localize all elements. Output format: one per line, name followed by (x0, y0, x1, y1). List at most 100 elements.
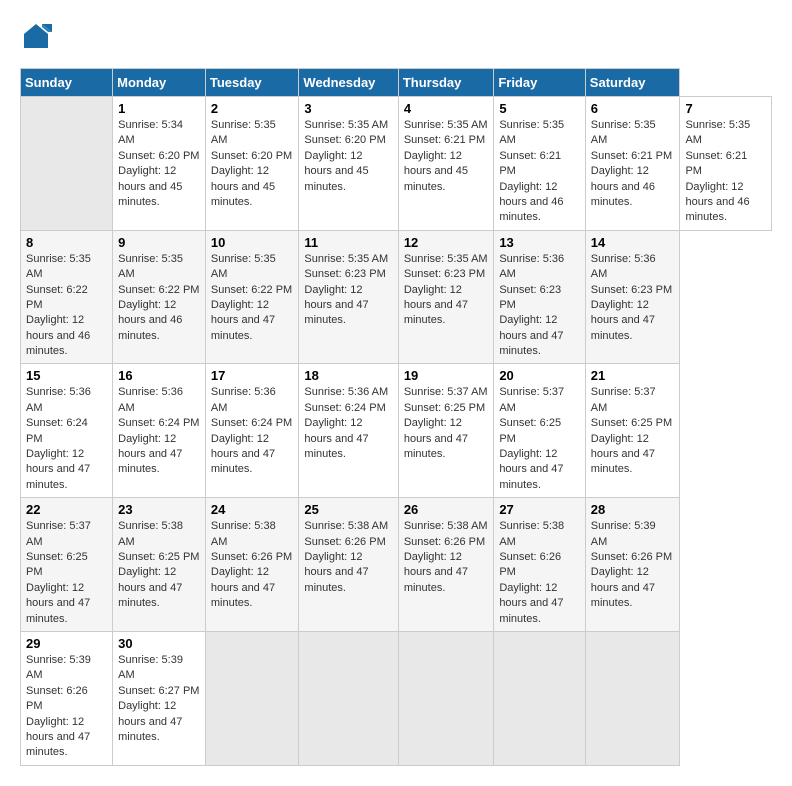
calendar-cell: 21 Sunrise: 5:37 AMSunset: 6:25 PMDaylig… (585, 364, 680, 498)
calendar-cell: 11 Sunrise: 5:35 AMSunset: 6:23 PMDaylig… (299, 230, 398, 364)
calendar-cell: 27 Sunrise: 5:38 AMSunset: 6:26 PMDaylig… (494, 498, 585, 632)
calendar-cell: 24 Sunrise: 5:38 AMSunset: 6:26 PMDaylig… (205, 498, 299, 632)
day-info: Sunrise: 5:37 AMSunset: 6:25 PMDaylight:… (26, 520, 91, 624)
day-number: 11 (304, 235, 392, 250)
calendar-cell (585, 631, 680, 765)
calendar-cell (205, 631, 299, 765)
calendar-cell: 7 Sunrise: 5:35 AMSunset: 6:21 PMDayligh… (680, 97, 772, 231)
col-header-friday: Friday (494, 69, 585, 97)
day-info: Sunrise: 5:36 AMSunset: 6:24 PMDaylight:… (211, 386, 292, 475)
calendar-cell (299, 631, 398, 765)
page-header (20, 20, 772, 52)
day-number: 13 (499, 235, 579, 250)
calendar-cell: 18 Sunrise: 5:36 AMSunset: 6:24 PMDaylig… (299, 364, 398, 498)
day-number: 15 (26, 368, 107, 383)
calendar-cell: 10 Sunrise: 5:35 AMSunset: 6:22 PMDaylig… (205, 230, 299, 364)
day-number: 25 (304, 502, 392, 517)
calendar-cell: 30 Sunrise: 5:39 AMSunset: 6:27 PMDaylig… (113, 631, 206, 765)
calendar-header-row: SundayMondayTuesdayWednesdayThursdayFrid… (21, 69, 772, 97)
day-number: 2 (211, 101, 294, 116)
day-number: 27 (499, 502, 579, 517)
calendar-week-row: 15 Sunrise: 5:36 AMSunset: 6:24 PMDaylig… (21, 364, 772, 498)
calendar-cell: 22 Sunrise: 5:37 AMSunset: 6:25 PMDaylig… (21, 498, 113, 632)
day-info: Sunrise: 5:39 AMSunset: 6:27 PMDaylight:… (118, 654, 199, 743)
col-header-monday: Monday (113, 69, 206, 97)
day-number: 21 (591, 368, 675, 383)
col-header-tuesday: Tuesday (205, 69, 299, 97)
day-number: 23 (118, 502, 200, 517)
calendar-cell: 6 Sunrise: 5:35 AMSunset: 6:21 PMDayligh… (585, 97, 680, 231)
day-info: Sunrise: 5:36 AMSunset: 6:24 PMDaylight:… (118, 386, 199, 475)
day-info: Sunrise: 5:35 AMSunset: 6:22 PMDaylight:… (26, 253, 91, 357)
day-info: Sunrise: 5:35 AMSunset: 6:23 PMDaylight:… (304, 253, 388, 327)
day-info: Sunrise: 5:36 AMSunset: 6:24 PMDaylight:… (26, 386, 91, 490)
logo (20, 20, 56, 52)
calendar-cell: 15 Sunrise: 5:36 AMSunset: 6:24 PMDaylig… (21, 364, 113, 498)
col-header-thursday: Thursday (398, 69, 493, 97)
day-number: 14 (591, 235, 675, 250)
day-number: 18 (304, 368, 392, 383)
day-info: Sunrise: 5:38 AMSunset: 6:26 PMDaylight:… (211, 520, 292, 609)
day-info: Sunrise: 5:37 AMSunset: 6:25 PMDaylight:… (404, 386, 488, 460)
calendar-cell (494, 631, 585, 765)
day-number: 7 (685, 101, 766, 116)
day-info: Sunrise: 5:35 AMSunset: 6:20 PMDaylight:… (211, 119, 292, 208)
calendar-cell: 8 Sunrise: 5:35 AMSunset: 6:22 PMDayligh… (21, 230, 113, 364)
calendar-table: SundayMondayTuesdayWednesdayThursdayFrid… (20, 68, 772, 766)
day-info: Sunrise: 5:35 AMSunset: 6:22 PMDaylight:… (211, 253, 292, 342)
calendar-cell: 17 Sunrise: 5:36 AMSunset: 6:24 PMDaylig… (205, 364, 299, 498)
day-info: Sunrise: 5:38 AMSunset: 6:25 PMDaylight:… (118, 520, 199, 609)
day-info: Sunrise: 5:38 AMSunset: 6:26 PMDaylight:… (304, 520, 388, 594)
calendar-cell: 13 Sunrise: 5:36 AMSunset: 6:23 PMDaylig… (494, 230, 585, 364)
day-info: Sunrise: 5:36 AMSunset: 6:23 PMDaylight:… (499, 253, 564, 357)
calendar-week-row: 8 Sunrise: 5:35 AMSunset: 6:22 PMDayligh… (21, 230, 772, 364)
day-number: 10 (211, 235, 294, 250)
day-number: 17 (211, 368, 294, 383)
logo-icon (20, 20, 52, 52)
day-number: 20 (499, 368, 579, 383)
day-info: Sunrise: 5:34 AMSunset: 6:20 PMDaylight:… (118, 119, 199, 208)
day-info: Sunrise: 5:35 AMSunset: 6:23 PMDaylight:… (404, 253, 488, 327)
day-number: 29 (26, 636, 107, 651)
calendar-week-row: 22 Sunrise: 5:37 AMSunset: 6:25 PMDaylig… (21, 498, 772, 632)
day-info: Sunrise: 5:39 AMSunset: 6:26 PMDaylight:… (26, 654, 91, 758)
day-info: Sunrise: 5:38 AMSunset: 6:26 PMDaylight:… (499, 520, 564, 624)
day-number: 28 (591, 502, 675, 517)
calendar-cell: 25 Sunrise: 5:38 AMSunset: 6:26 PMDaylig… (299, 498, 398, 632)
calendar-cell: 3 Sunrise: 5:35 AMSunset: 6:20 PMDayligh… (299, 97, 398, 231)
day-info: Sunrise: 5:35 AMSunset: 6:20 PMDaylight:… (304, 119, 388, 193)
day-number: 3 (304, 101, 392, 116)
day-number: 12 (404, 235, 488, 250)
calendar-cell: 29 Sunrise: 5:39 AMSunset: 6:26 PMDaylig… (21, 631, 113, 765)
day-info: Sunrise: 5:37 AMSunset: 6:25 PMDaylight:… (591, 386, 672, 475)
day-number: 1 (118, 101, 200, 116)
day-number: 9 (118, 235, 200, 250)
calendar-cell: 12 Sunrise: 5:35 AMSunset: 6:23 PMDaylig… (398, 230, 493, 364)
calendar-cell: 20 Sunrise: 5:37 AMSunset: 6:25 PMDaylig… (494, 364, 585, 498)
day-number: 30 (118, 636, 200, 651)
day-info: Sunrise: 5:35 AMSunset: 6:21 PMDaylight:… (685, 119, 750, 223)
calendar-cell: 16 Sunrise: 5:36 AMSunset: 6:24 PMDaylig… (113, 364, 206, 498)
calendar-week-row: 1 Sunrise: 5:34 AMSunset: 6:20 PMDayligh… (21, 97, 772, 231)
calendar-cell: 23 Sunrise: 5:38 AMSunset: 6:25 PMDaylig… (113, 498, 206, 632)
day-number: 22 (26, 502, 107, 517)
day-number: 4 (404, 101, 488, 116)
calendar-cell: 26 Sunrise: 5:38 AMSunset: 6:26 PMDaylig… (398, 498, 493, 632)
calendar-cell (21, 97, 113, 231)
calendar-cell: 2 Sunrise: 5:35 AMSunset: 6:20 PMDayligh… (205, 97, 299, 231)
day-info: Sunrise: 5:35 AMSunset: 6:21 PMDaylight:… (499, 119, 564, 223)
day-number: 8 (26, 235, 107, 250)
col-header-sunday: Sunday (21, 69, 113, 97)
col-header-saturday: Saturday (585, 69, 680, 97)
day-info: Sunrise: 5:35 AMSunset: 6:21 PMDaylight:… (591, 119, 672, 208)
day-number: 16 (118, 368, 200, 383)
day-info: Sunrise: 5:35 AMSunset: 6:22 PMDaylight:… (118, 253, 199, 342)
calendar-week-row: 29 Sunrise: 5:39 AMSunset: 6:26 PMDaylig… (21, 631, 772, 765)
calendar-cell: 4 Sunrise: 5:35 AMSunset: 6:21 PMDayligh… (398, 97, 493, 231)
day-info: Sunrise: 5:36 AMSunset: 6:23 PMDaylight:… (591, 253, 672, 342)
day-info: Sunrise: 5:36 AMSunset: 6:24 PMDaylight:… (304, 386, 388, 460)
day-number: 24 (211, 502, 294, 517)
day-number: 5 (499, 101, 579, 116)
calendar-cell: 28 Sunrise: 5:39 AMSunset: 6:26 PMDaylig… (585, 498, 680, 632)
day-number: 19 (404, 368, 488, 383)
